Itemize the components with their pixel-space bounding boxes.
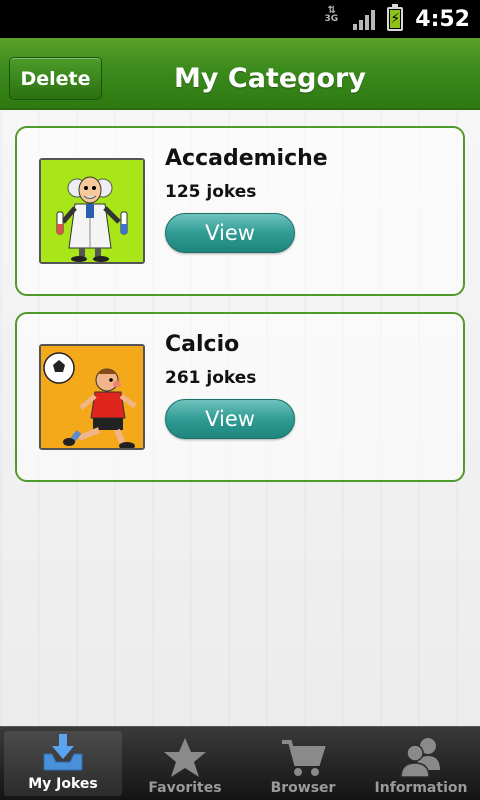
category-card-accademiche[interactable]: Accademiche 125 jokes View	[15, 126, 465, 296]
tab-information[interactable]: Information	[362, 727, 480, 800]
star-icon	[164, 738, 206, 777]
view-button[interactable]: View	[165, 213, 295, 253]
tab-label: Favorites	[148, 780, 222, 796]
cart-icon	[282, 740, 326, 776]
tab-label: Information	[374, 780, 468, 796]
category-title: Accademiche	[165, 146, 328, 171]
delete-button[interactable]: Delete	[9, 57, 102, 100]
tab-my-jokes[interactable]: My Jokes	[4, 731, 122, 796]
view-button[interactable]: View	[165, 399, 295, 439]
tab-browser[interactable]: Browser	[244, 727, 362, 800]
category-list: Accademiche 125 jokes View Calcio 261 jo…	[0, 110, 480, 726]
battery-icon: ⚡	[387, 4, 404, 31]
app-header: Delete My Category	[0, 38, 480, 110]
bottom-tab-bar: My Jokes Favorites Browser Information	[0, 726, 480, 800]
data-network-icon: ⇅ 3G	[324, 5, 339, 24]
tab-label: My Jokes	[28, 776, 98, 792]
joke-count: 125 jokes	[165, 182, 257, 202]
tab-label: Browser	[270, 780, 336, 796]
page-title: My Category	[174, 62, 366, 94]
tab-favorites[interactable]: Favorites	[126, 727, 244, 800]
inbox-download-icon	[43, 734, 83, 771]
category-card-calcio[interactable]: Calcio 261 jokes View	[15, 312, 465, 482]
category-title: Calcio	[165, 332, 240, 357]
category-image-soccer	[39, 344, 145, 450]
clock: 4:52	[415, 6, 470, 32]
signal-strength-icon	[353, 8, 376, 30]
joke-count: 261 jokes	[165, 368, 257, 388]
people-icon	[400, 738, 440, 778]
category-image-professor	[39, 158, 145, 264]
status-bar: ⇅ 3G ⚡ 4:52	[0, 0, 480, 38]
